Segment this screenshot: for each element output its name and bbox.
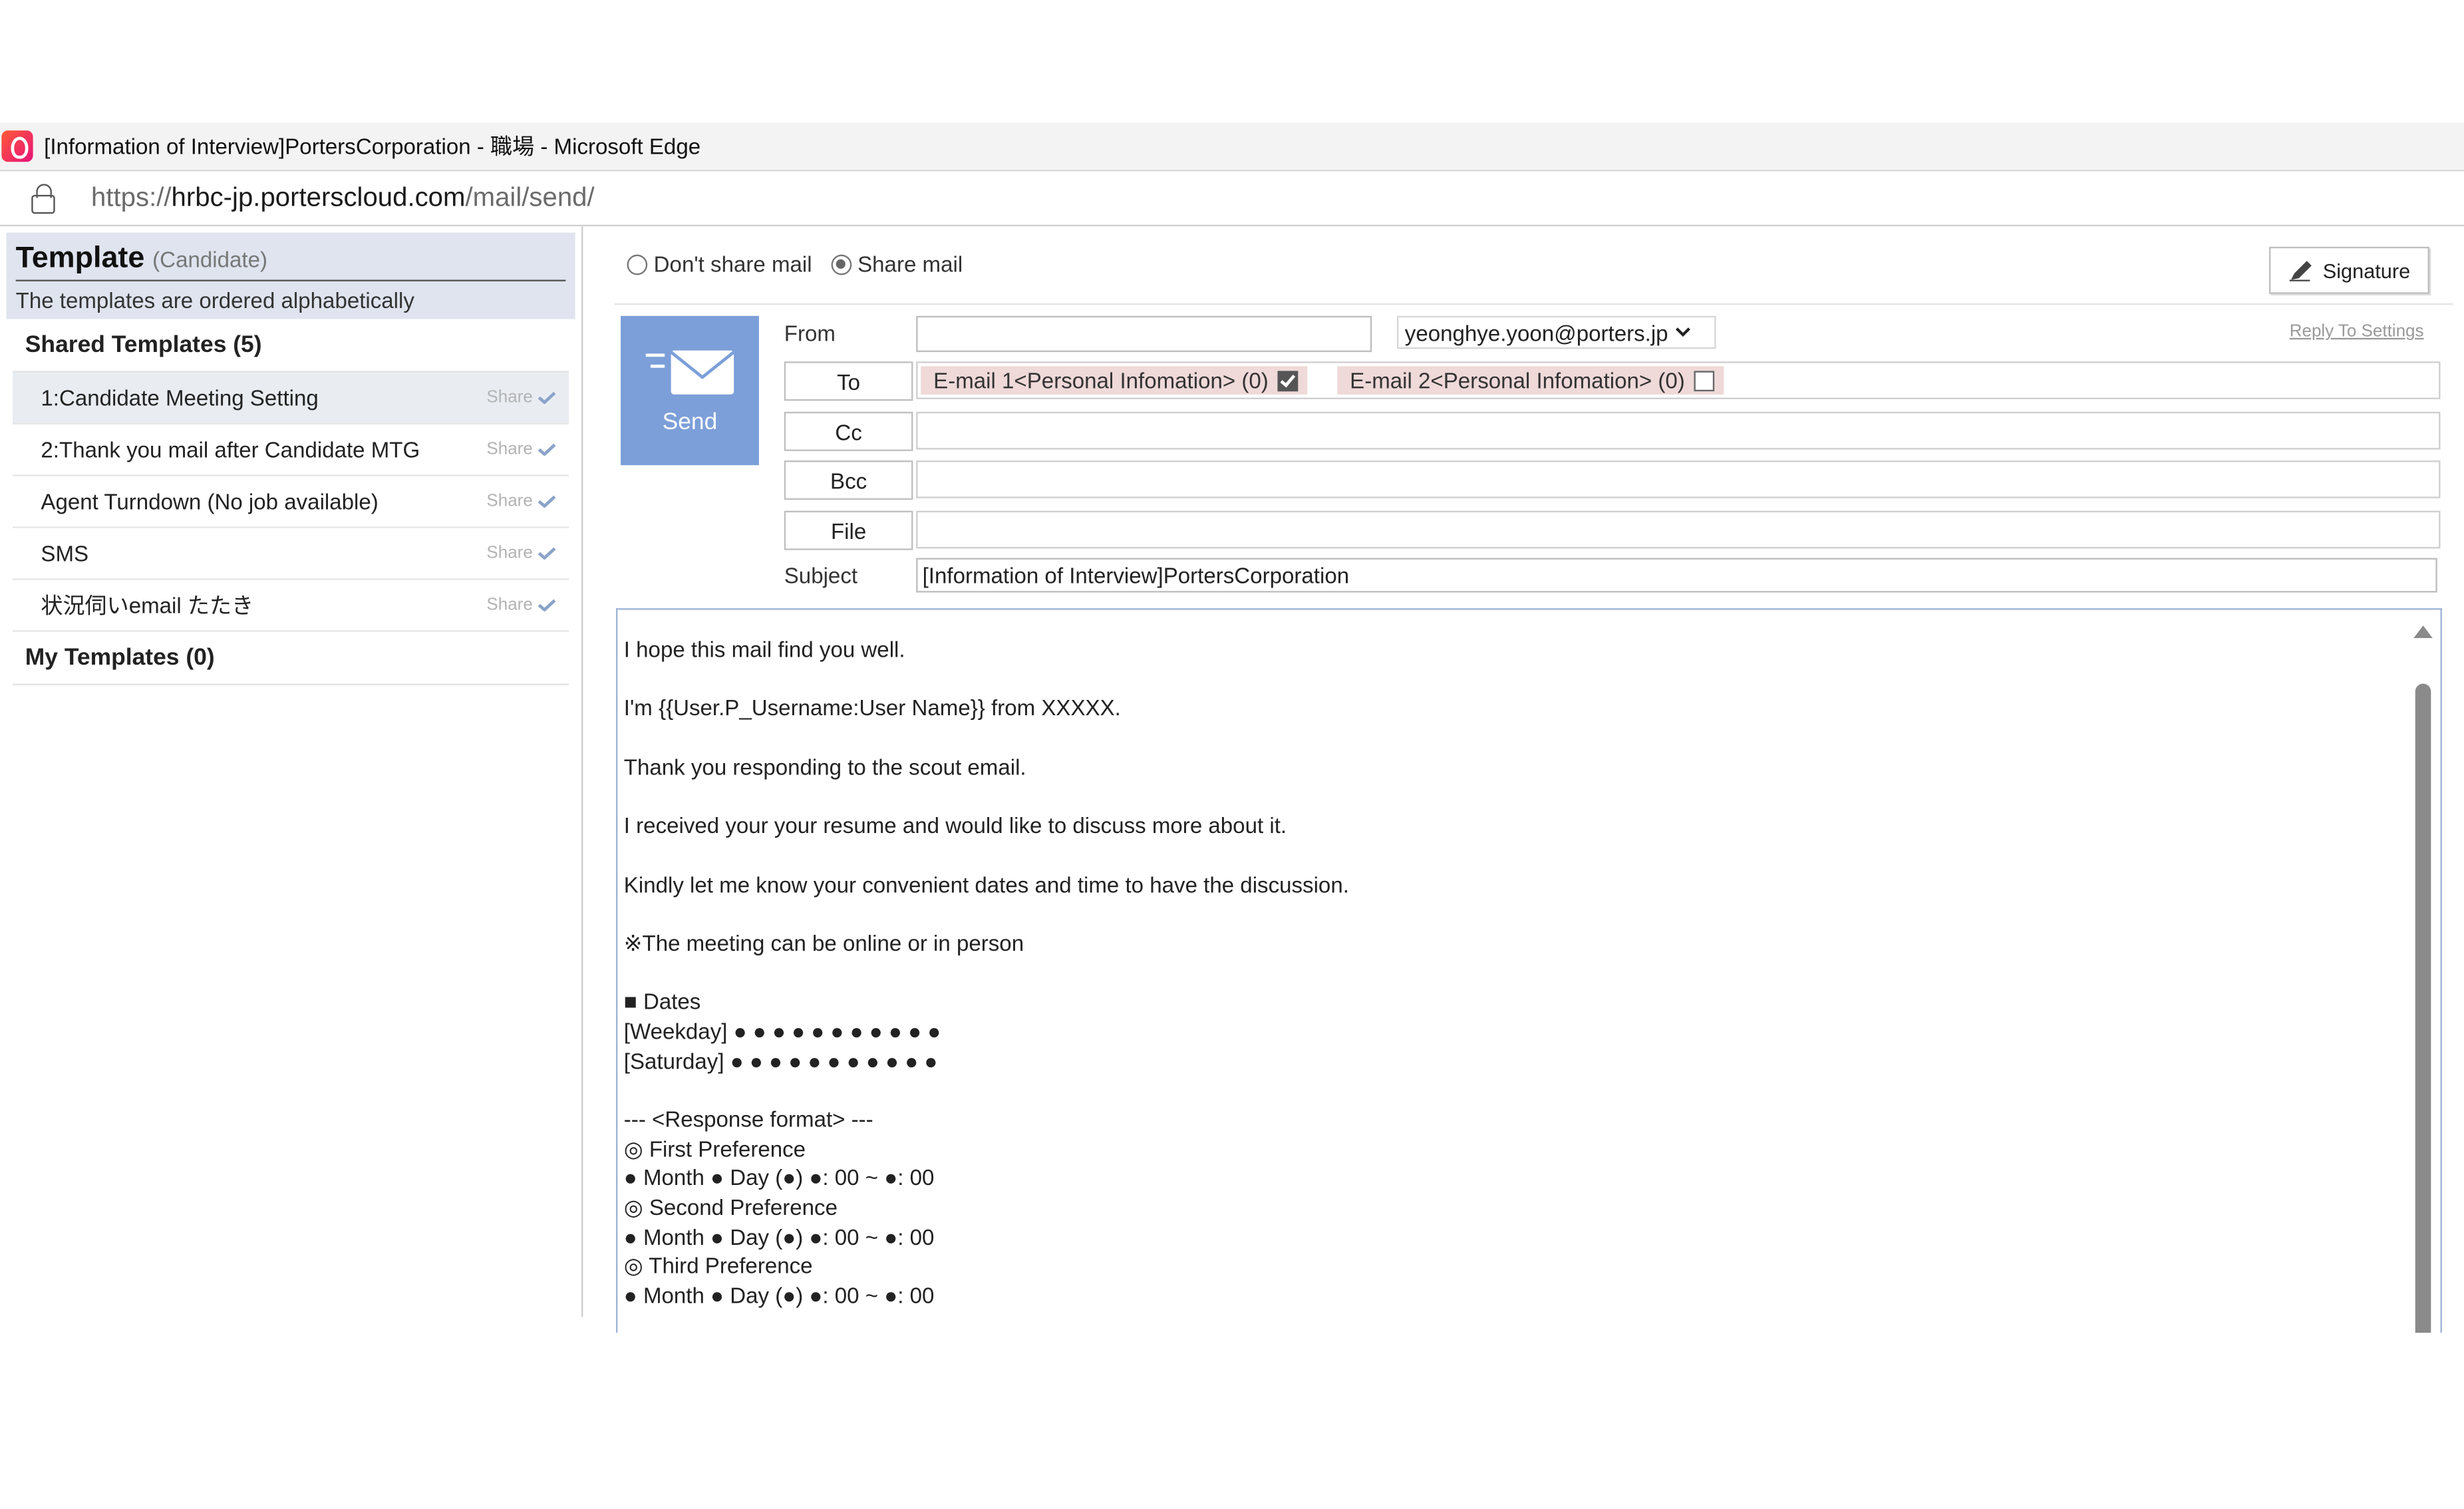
from-field[interactable] bbox=[916, 315, 1372, 353]
share-status: Share bbox=[486, 440, 556, 459]
template-item-label: Agent Turndown (No job available) bbox=[41, 488, 379, 514]
template-title: Template bbox=[15, 242, 145, 275]
share-option[interactable]: Share mail bbox=[830, 252, 963, 277]
mail-body-line: I'm {{User.P_Username:User Name}} from X… bbox=[623, 695, 1121, 721]
to-button[interactable]: To bbox=[784, 361, 913, 401]
template-item[interactable]: 状況伺いemail たたき Share bbox=[12, 580, 569, 632]
share-status: Share bbox=[486, 388, 556, 407]
file-button[interactable]: File bbox=[784, 510, 913, 550]
mail-body-line: ◎ Third Preference bbox=[623, 1253, 813, 1279]
share-status: Share bbox=[486, 492, 556, 511]
template-item[interactable]: SMS Share bbox=[12, 528, 569, 580]
url-text[interactable]: https://hrbc-jp.porterscloud.com/mail/se… bbox=[91, 182, 595, 214]
address-bar[interactable]: https://hrbc-jp.porterscloud.com/mail/se… bbox=[0, 171, 2464, 227]
mail-body-line: I received your your resume and would li… bbox=[623, 812, 1287, 838]
template-order-note: The templates are ordered alphabetically bbox=[15, 287, 414, 313]
mail-body-line: Thank you responding to the scout email. bbox=[623, 754, 1026, 780]
mail-body-line: ※The meeting can be online or in person bbox=[623, 930, 1024, 955]
compose-panel: Don't share mail Share mail Signature Se bbox=[593, 226, 2464, 1333]
mail-body-line: ● Month ● Day (●) ●: 00 ~ ●: 00 bbox=[623, 1282, 935, 1308]
mail-body-line bbox=[624, 664, 2384, 693]
mail-body-line: ■ Dates bbox=[623, 989, 701, 1015]
to-email-2-checkbox[interactable] bbox=[1694, 370, 1715, 391]
mail-body-editor[interactable]: I hope this mail find you well. I'm {{Use… bbox=[615, 608, 2442, 1333]
mail-body-line: ◎ First Preference bbox=[623, 1136, 806, 1161]
template-item-label: 1:Candidate Meeting Setting bbox=[41, 385, 319, 411]
to-chip-email-2[interactable]: E-mail 2<Personal Infomation> (0) bbox=[1337, 366, 1724, 395]
mail-body-line bbox=[624, 782, 2384, 811]
shared-templates-heading[interactable]: Shared Templates (5) bbox=[12, 319, 569, 373]
dont-share-option[interactable]: Don't share mail bbox=[627, 252, 812, 277]
share-mail-options: Don't share mail Share mail bbox=[627, 252, 982, 277]
file-field[interactable] bbox=[916, 510, 2441, 549]
cc-button[interactable]: Cc bbox=[784, 411, 913, 451]
from-account-select[interactable]: yeonghye.yoon@porters.jp bbox=[1396, 315, 1716, 349]
scrollbar-thumb[interactable] bbox=[2415, 683, 2431, 1333]
template-panel-header: Template (Candidate) The templates are o… bbox=[6, 232, 575, 319]
mail-body-line bbox=[624, 958, 2384, 987]
from-label: From bbox=[784, 320, 836, 346]
window-titlebar: [Information of Interview]PortersCorpora… bbox=[0, 122, 2464, 172]
checkmark-icon bbox=[538, 547, 556, 560]
subject-input[interactable]: [Information of Interview]PortersCorpora… bbox=[916, 558, 2437, 593]
checkmark-icon bbox=[538, 391, 556, 405]
mail-body-line bbox=[624, 900, 2384, 929]
template-item-label: SMS bbox=[41, 540, 89, 566]
share-radio[interactable] bbox=[830, 253, 851, 275]
scroll-up-arrow[interactable] bbox=[2413, 625, 2433, 639]
signature-button[interactable]: Signature bbox=[2269, 246, 2429, 294]
template-item[interactable]: Agent Turndown (No job available) Share bbox=[12, 476, 569, 528]
subject-label: Subject bbox=[784, 562, 858, 588]
mail-body-line: [Saturday] ● ● ● ● ● ● ● ● ● ● ● bbox=[623, 1047, 938, 1073]
bcc-button[interactable]: Bcc bbox=[784, 460, 913, 500]
mail-body-line: ● Month ● Day (●) ●: 00 ~ ●: 00 bbox=[623, 1224, 935, 1250]
share-status: Share bbox=[486, 595, 556, 615]
to-email-1-checkbox[interactable] bbox=[1277, 370, 1299, 391]
edge-browser-icon bbox=[1, 130, 33, 162]
mail-body-line: ● Month ● Day (●) ●: 00 ~ ●: 00 bbox=[623, 1165, 935, 1191]
template-subtitle: (Candidate) bbox=[152, 246, 267, 272]
pen-icon bbox=[2290, 261, 2312, 281]
share-status: Share bbox=[486, 544, 556, 563]
checkmark-icon bbox=[538, 443, 556, 456]
cc-field[interactable] bbox=[916, 411, 2441, 450]
template-item-label: 状況伺いemail たたき bbox=[41, 592, 254, 618]
mail-body-line: Kindly let me know your convenient dates… bbox=[623, 871, 1349, 897]
mail-body-text[interactable]: I hope this mail find you well. I'm {{Use… bbox=[624, 635, 2384, 1310]
checkmark-icon bbox=[538, 599, 556, 611]
template-item[interactable]: 1:Candidate Meeting Setting Share bbox=[12, 372, 569, 424]
template-item-label: 2:Thank you mail after Candidate MTG bbox=[41, 436, 420, 462]
bcc-field[interactable] bbox=[916, 460, 2441, 498]
chevron-down-icon bbox=[1674, 327, 1690, 337]
mail-body-line: [Weekday] ● ● ● ● ● ● ● ● ● ● ● bbox=[623, 1018, 941, 1044]
reply-to-settings-link[interactable]: Reply To Settings bbox=[2290, 322, 2424, 341]
to-field[interactable]: E-mail 1<Personal Infomation> (0) E-mail… bbox=[916, 361, 2441, 399]
my-templates-heading[interactable]: My Templates (0) bbox=[12, 632, 569, 685]
template-item[interactable]: 2:Thank you mail after Candidate MTG Shar… bbox=[12, 424, 569, 476]
envelope-icon bbox=[645, 350, 735, 395]
window-title: [Information of Interview]PortersCorpora… bbox=[44, 133, 701, 159]
template-panel: Template (Candidate) The templates are o… bbox=[0, 226, 583, 1317]
divider bbox=[614, 303, 2453, 305]
checkmark-icon bbox=[538, 495, 556, 508]
send-button[interactable]: Send bbox=[621, 315, 759, 466]
mail-body-line: I hope this mail find you well. bbox=[623, 636, 905, 662]
shared-templates-list: 1:Candidate Meeting Setting Share 2:Thank … bbox=[0, 372, 581, 632]
mail-body-line: --- <Response format> --- bbox=[623, 1106, 873, 1132]
mail-body-line bbox=[624, 1075, 2384, 1104]
mail-body-line bbox=[624, 723, 2384, 753]
mail-body-line: ◎ Second Preference bbox=[623, 1194, 838, 1220]
to-chip-email-1[interactable]: E-mail 1<Personal Infomation> (0) bbox=[921, 366, 1308, 395]
mail-body-line bbox=[624, 840, 2384, 870]
dont-share-radio[interactable] bbox=[627, 253, 648, 275]
lock-icon[interactable] bbox=[31, 184, 57, 214]
